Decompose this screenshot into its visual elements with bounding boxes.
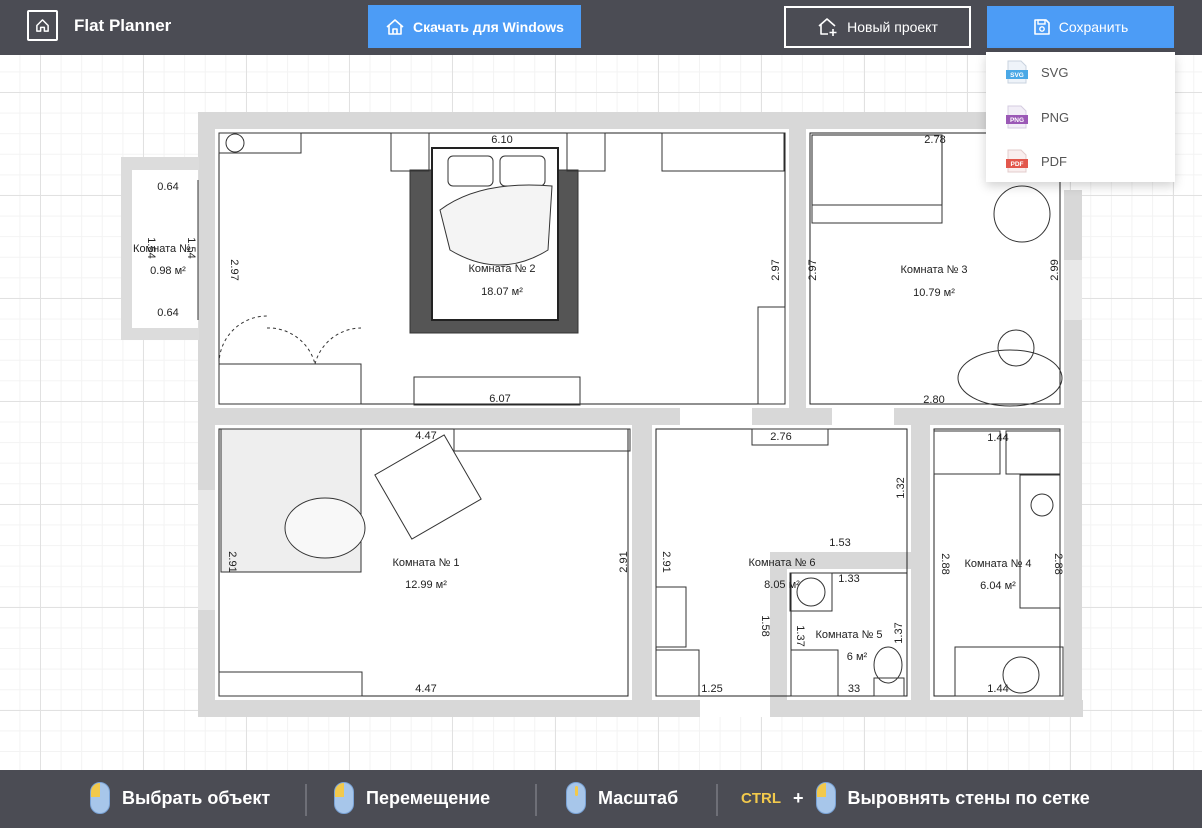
svg-text:PNG: PNG [1010,117,1024,124]
room-area: 18.07 м² [481,286,523,298]
room-name: Комната № 1 [392,557,459,569]
hint-move-label: Перемещение [366,787,491,808]
hint-move: Перемещение [334,780,490,816]
png-file-icon: PNG [1006,105,1028,129]
room-name: Комната № 4 [964,558,1031,570]
dimension-label: 2.97 [770,259,782,280]
room-name: Комната № 6 [748,557,815,569]
top-bar: Flat Planner Скачать для Windows Новый п… [0,0,1202,55]
menu-item-label: SVG [1041,64,1069,80]
room-area: 6 м² [847,651,868,663]
menu-item-label: PDF [1041,153,1067,169]
hint-bar: Выбрать объект Перемещение Масштаб CTRL … [0,770,1202,828]
floppy-disk-icon [1033,18,1051,36]
app-title: Flat Planner [74,16,172,35]
svg-text:PDF: PDF [1011,161,1024,168]
menu-item-svg[interactable]: SVG SVG [986,52,1175,92]
dimension-label: 2.88 [1052,553,1064,574]
dimension-label: 6.10 [491,134,512,146]
hint-snap: CTRL + Выровнять стены по сетке [741,780,1090,816]
mouse-left-click-icon [90,782,110,814]
room-area: 8.05 м² [764,579,800,591]
hint-zoom: Масштаб [566,780,678,816]
plus-sign: + [793,787,804,808]
ctrl-key-label: CTRL [741,789,781,807]
dimension-label: 2.80 [923,394,944,406]
save-button[interactable]: Сохранить [987,6,1174,48]
menu-item-pdf[interactable]: PDF PDF [986,141,1175,181]
mouse-left-click-icon [815,782,836,814]
save-format-menu: SVG SVG PNG PNG PDF PDF [986,52,1175,182]
download-windows-label: Скачать для Windows [413,18,564,35]
room-name: Комната № 2 [468,263,535,275]
pdf-file-icon: PDF [1006,149,1028,173]
dimension-label: 2.97 [807,259,819,280]
mouse-wheel-icon [566,782,586,814]
dimension-label: 2.97 [228,259,240,280]
dimension-label: 2.88 [939,553,951,574]
dimension-label: 6.07 [489,393,510,405]
new-project-label: Новый проект [847,19,938,35]
dimension-label: 2.91 [618,551,630,572]
save-label: Сохранить [1058,19,1129,35]
dimension-label: 1.37 [893,622,905,643]
room-name: Комната № 3 [900,264,967,276]
download-windows-button[interactable]: Скачать для Windows [368,5,581,48]
dimension-label: 4.47 [415,683,436,695]
room-area: 10.79 м² [913,287,955,299]
dimension-label: 33 [848,683,860,695]
svg-text:SVG: SVG [1010,72,1024,79]
dimension-label: 2.78 [924,134,945,146]
dimension-label: 1.44 [987,683,1008,695]
dimension-label: 1.54 [145,237,157,258]
room-area: 6.04 м² [980,580,1016,592]
dimension-label: 0.64 [157,181,178,193]
dimension-label: 4.47 [415,430,436,442]
hint-select: Выбрать объект [90,780,270,816]
menu-item-png[interactable]: PNG PNG [986,97,1175,137]
dimension-label: 2.91 [226,551,238,572]
mouse-drag-icon [334,782,354,814]
dimension-label: 1.53 [829,537,850,549]
hint-snap-label: Выровнять стены по сетке [847,787,1090,808]
dimension-label: 1.25 [701,683,722,695]
home-logo-icon [27,10,58,41]
hint-select-label: Выбрать объект [122,787,271,808]
room-name: Комната № 5 [815,629,882,641]
dimension-label: 1.37 [794,625,806,646]
house-plus-icon [817,17,839,37]
divider [716,784,718,816]
dimension-label: 2.76 [770,431,791,443]
house-icon [385,18,405,36]
new-project-button[interactable]: Новый проект [784,6,971,48]
divider [305,784,307,816]
dimension-label: 1.54 [185,237,197,258]
room-area: 0.98 м² [150,265,186,277]
dimension-label: 1.32 [895,477,907,498]
dimension-label: 0.64 [157,307,178,319]
dimension-label: 1.44 [987,432,1008,444]
divider [535,784,537,816]
room-area: 12.99 м² [405,579,447,591]
room-name: Комната № [133,243,191,255]
menu-item-label: PNG [1041,109,1070,125]
dimension-label: 2.99 [1049,259,1061,280]
dimension-label: 2.91 [660,551,672,572]
dimension-label: 1.33 [838,573,859,585]
hint-zoom-label: Масштаб [598,787,679,808]
svg-file-icon: SVG [1006,60,1028,84]
dimension-label: 1.58 [759,615,771,636]
